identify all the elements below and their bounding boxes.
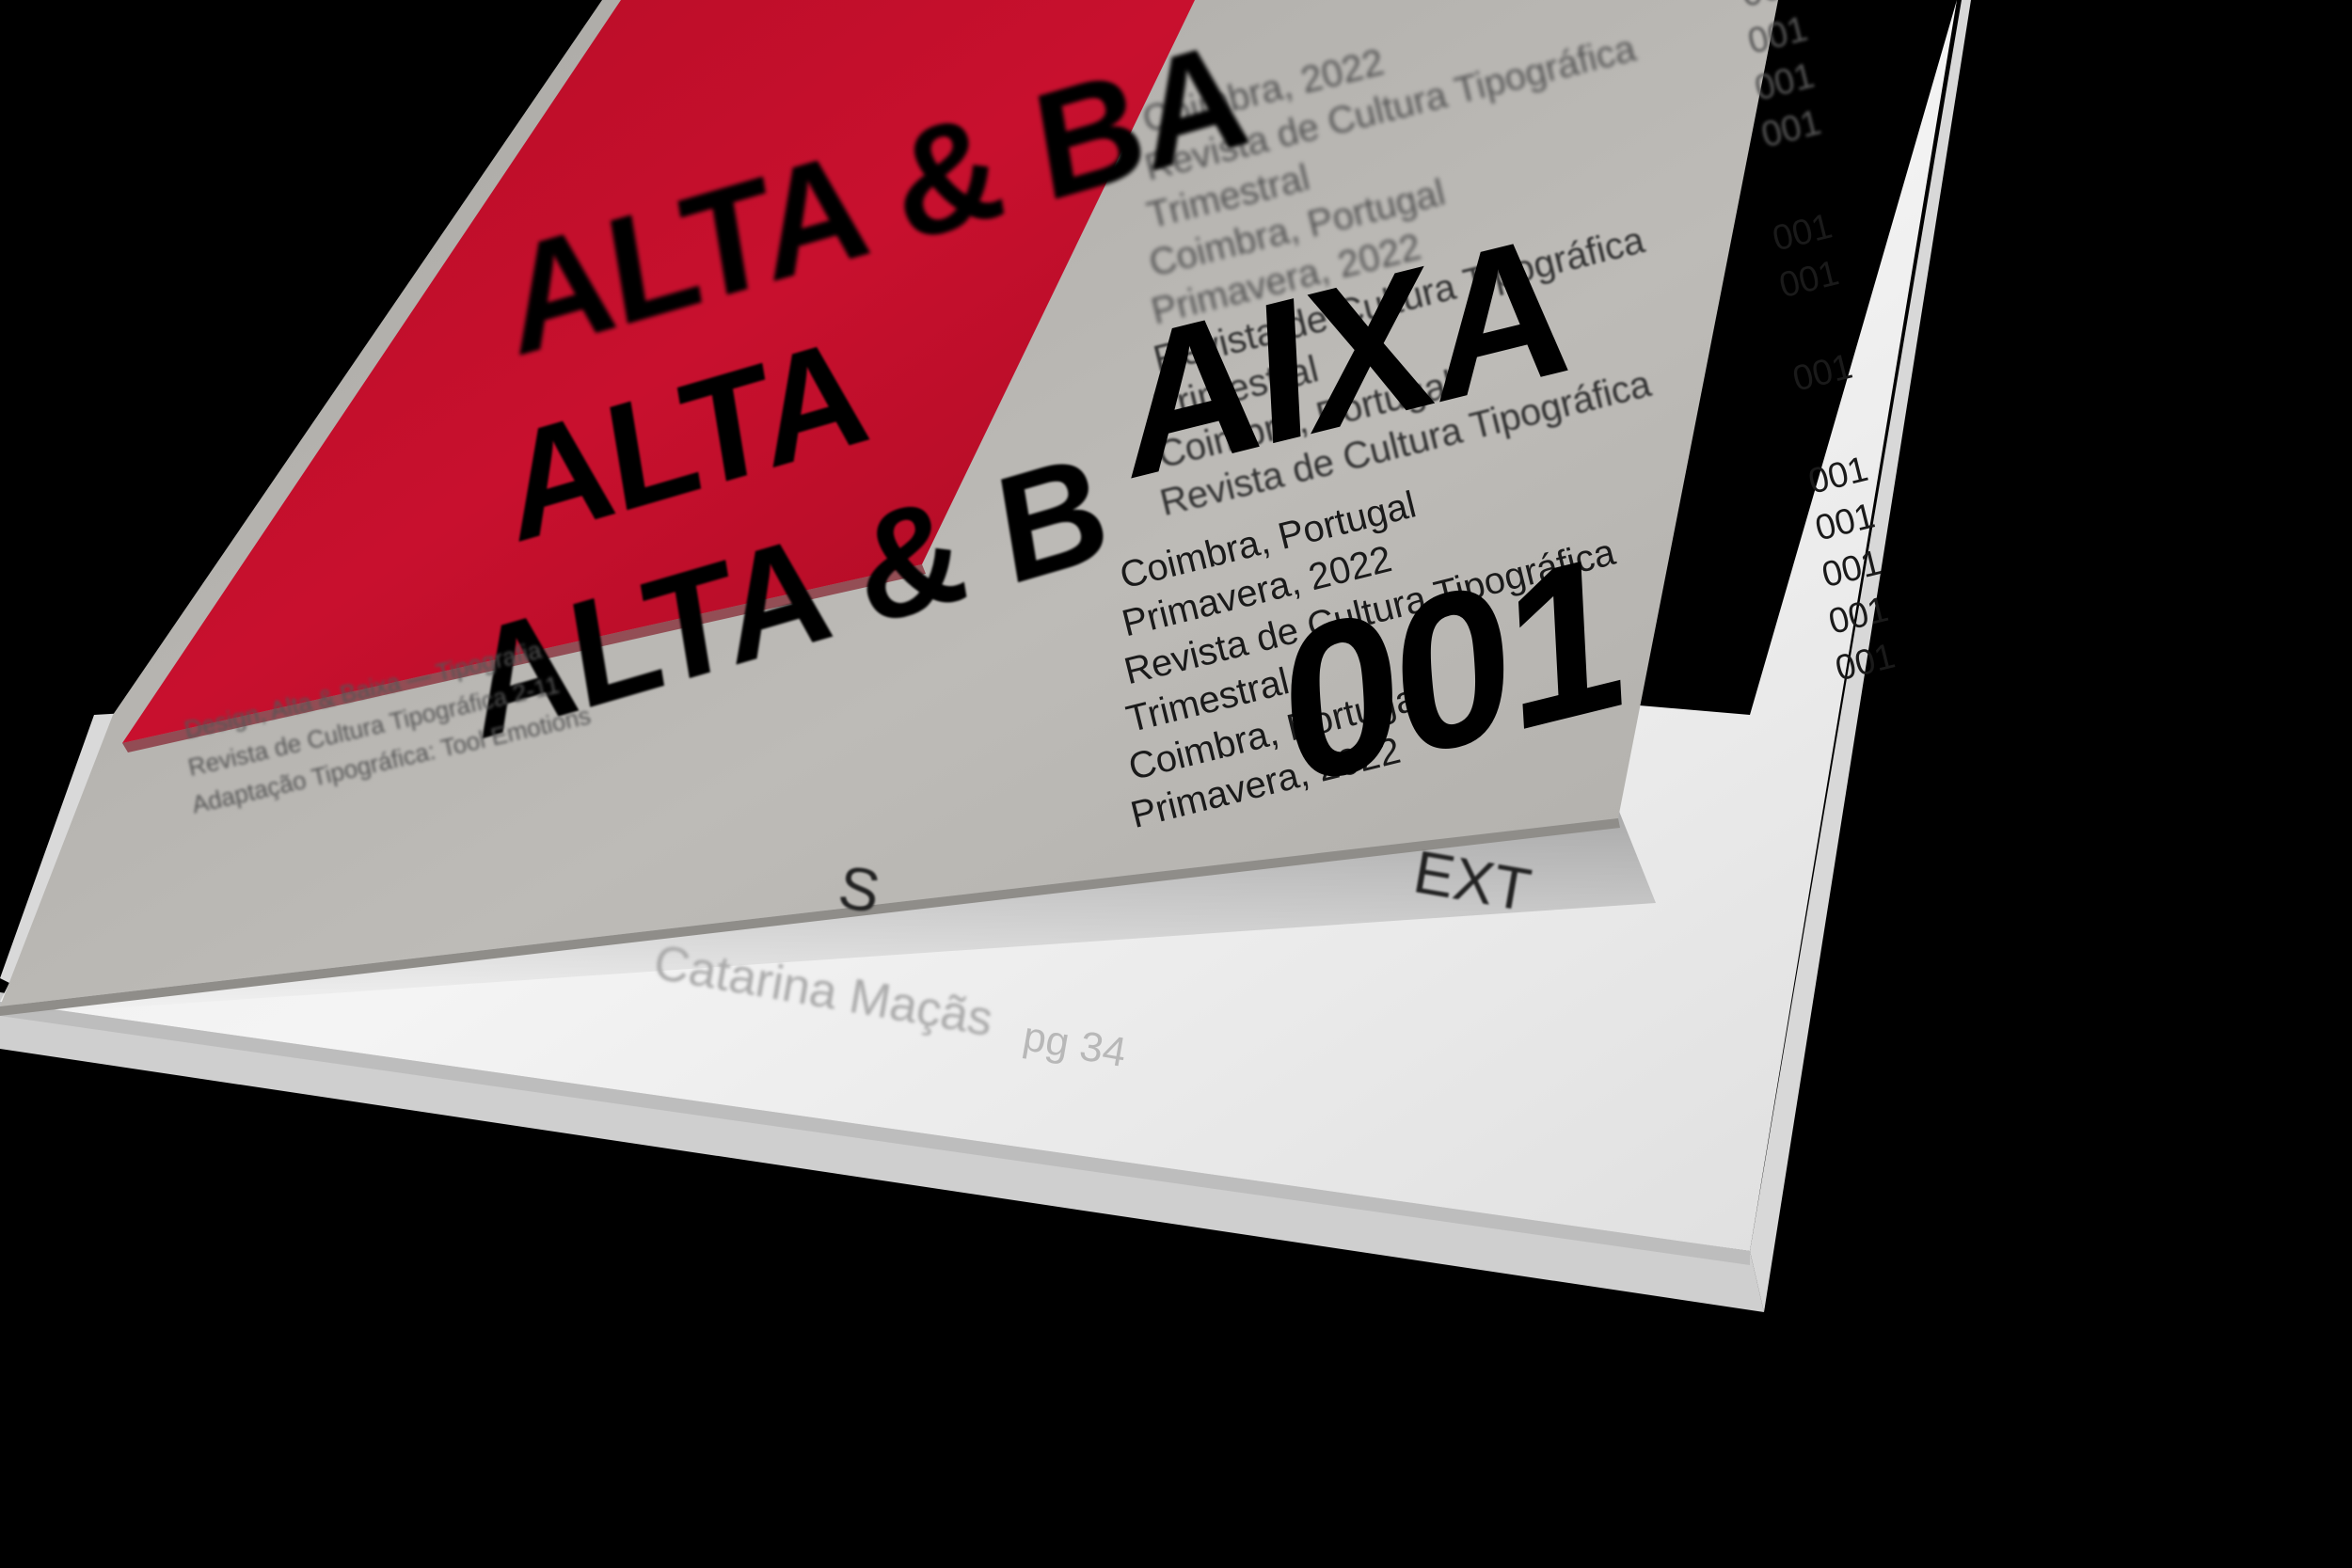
- photo-scene: EXT S Catarina Maçãs pg 34 Coimbra, 2022…: [0, 0, 2352, 1568]
